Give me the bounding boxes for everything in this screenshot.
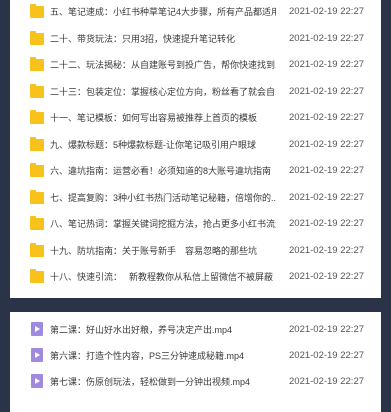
video-row[interactable]: 第七课：伤原创玩法，轻松做到一分钟出视频.mp4 2021-02-19 22:27 (10, 372, 381, 396)
modified-date: 2021-02-19 22:27 (289, 271, 365, 282)
file-name: 第六课：打造个性内容，PS三分钟速成秘籍.mp4 (50, 351, 245, 361)
modified-date: 2021-02-19 22:27 (289, 165, 365, 176)
video-row[interactable]: 第二课：好山好水出好粮，养号决定产出.mp4 2021-02-19 22:27 (10, 320, 381, 344)
folder-icon (30, 163, 44, 177)
modified-date: 2021-02-19 22:27 (289, 6, 365, 17)
folder-icon (30, 216, 44, 230)
folder-row[interactable]: 十九、防坑指南：关于账号新手 容易忽略的那些坑 2021-02-19 22:27 (10, 241, 381, 265)
modified-date: 2021-02-19 22:27 (289, 191, 365, 203)
modified-date: 2021-02-19 22:27 (289, 324, 365, 335)
folder-row[interactable]: 五、笔记速成：小红书种草笔记4大步骤，所有产品都适用 2021-02-19 22:… (10, 2, 381, 26)
modified-date: 2021-02-19 22:27 (289, 112, 365, 123)
folder-icon (30, 110, 44, 124)
file-name: 二十、带货玩法：只用3招，快速提升笔记转化 (50, 33, 236, 44)
file-name: 第七课：伤原创玩法，轻松做到一分钟出视频.mp4 (50, 377, 251, 387)
video-file-icon (31, 322, 43, 336)
video-row[interactable]: 第六课：打造个性内容，PS三分钟速成秘籍.mp4 2021-02-19 22:27 (10, 346, 381, 370)
file-name: 九、爆款标题：5种爆款标题-让你笔记吸引用户眼球 (50, 139, 257, 150)
modified-date: 2021-02-19 22:27 (289, 85, 365, 97)
modified-date: 2021-02-19 22:27 (289, 244, 365, 256)
file-name: 第二课：好山好水出好粮，养号决定产出.mp4 (50, 325, 233, 335)
folder-icon (30, 57, 44, 71)
folder-icon (30, 4, 44, 18)
folder-row[interactable]: 十八、快速引流： 新教程教你从私信上留微信不被屏蔽 2021-02-19 22:2… (10, 267, 381, 291)
folder-icon (30, 136, 44, 151)
modified-date: 2021-02-19 22:27 (289, 376, 365, 387)
file-name: 十九、防坑指南：关于账号新手 容易忽略的那些坑 (50, 245, 258, 256)
folder-icon (30, 30, 44, 45)
modified-date: 2021-02-19 22:27 (289, 32, 365, 44)
folder-row[interactable]: 九、爆款标题：5种爆款标题-让你笔记吸引用户眼球 2021-02-19 22:27 (10, 135, 381, 159)
folder-icon (30, 83, 44, 98)
file-name: 二十二、玩法揭秘：从自建账号到投广告，帮你快速找到... (50, 60, 276, 70)
modified-date: 2021-02-19 22:27 (289, 59, 365, 70)
folder-icon (30, 189, 44, 204)
folder-row[interactable]: 十一、笔记模板：如何写出容易被推荐上首页的模板 2021-02-19 22:27 (10, 108, 381, 132)
folder-icon (30, 242, 44, 257)
folder-row[interactable]: 二十三：包装定位：掌握核心定位方向，粉丝看了就会自... 2021-02-19 2… (10, 82, 381, 106)
video-file-icon (31, 348, 43, 362)
folder-row[interactable]: 八、笔记热词：掌握关键词挖掘方法，抢占更多小红书流量 2021-02-19 22:… (10, 214, 381, 238)
folder-row[interactable]: 六、違坑指南：运营必看！必须知道的8大账号違坑指南 2021-02-19 22:2… (10, 161, 381, 185)
video-file-icon (31, 374, 43, 388)
modified-date: 2021-02-19 22:27 (289, 138, 365, 150)
file-name: 十八、快速引流： 新教程教你从私信上留微信不被屏蔽 (50, 272, 274, 282)
folder-row[interactable]: 二十二、玩法揭秘：从自建账号到投广告，帮你快速找到... 2021-02-19 2… (10, 55, 381, 79)
folder-row[interactable]: 七、提高复购：3种小红书热门活动笔记秘籍，倍增你的... 2021-02-19 2… (10, 188, 381, 212)
file-name: 二十三：包装定位：掌握核心定位方向，粉丝看了就会自... (50, 86, 276, 97)
file-name: 五、笔记速成：小红书种草笔记4大步骤，所有产品都适用 (50, 7, 276, 17)
file-name: 七、提高复购：3种小红书热门活动笔记秘籍，倍增你的... (50, 192, 276, 203)
file-name: 八、笔记热词：掌握关键词挖掘方法，抢占更多小红书流量 (50, 219, 276, 229)
file-name: 六、違坑指南：运营必看！必须知道的8大账号違坑指南 (50, 166, 272, 176)
modified-date: 2021-02-19 22:27 (289, 350, 365, 361)
modified-date: 2021-02-19 22:27 (289, 218, 365, 229)
file-name: 十一、笔记模板：如何写出容易被推荐上首页的模板 (50, 113, 258, 123)
folder-list-panel: 五、笔记速成：小红书种草笔记4大步骤，所有产品都适用 2021-02-19 22:… (10, 0, 381, 298)
folder-row[interactable]: 二十、带货玩法：只用3招，快速提升笔记转化 2021-02-19 22:27 (10, 29, 381, 53)
folder-icon (30, 269, 44, 283)
video-list-panel: 第二课：好山好水出好粮，养号决定产出.mp4 2021-02-19 22:27 第六… (10, 312, 381, 412)
